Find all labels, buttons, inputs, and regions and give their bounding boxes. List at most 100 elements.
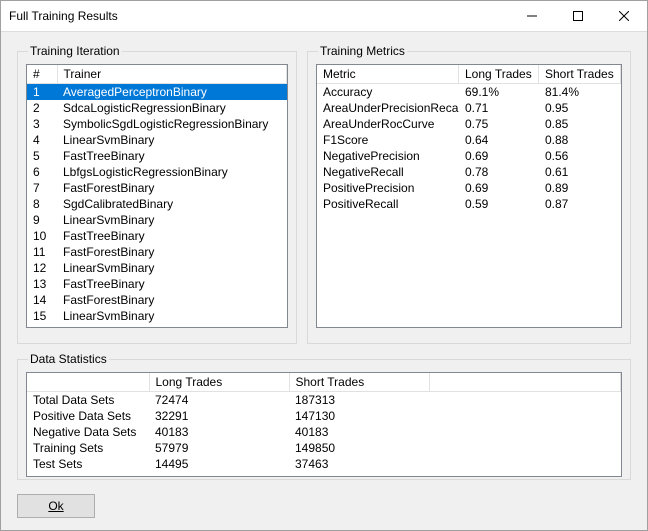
iteration-row[interactable]: 14FastForestBinary (27, 292, 287, 308)
metrics-row[interactable]: NegativePrecision0.690.56 (317, 148, 621, 164)
stats-row[interactable]: Total Data Sets72474187313 (27, 392, 621, 409)
stats-pad (429, 456, 621, 472)
metrics-row[interactable]: Accuracy69.1%81.4% (317, 84, 621, 100)
stats-header-name[interactable] (27, 373, 149, 392)
iteration-row[interactable]: 11FastForestBinary (27, 244, 287, 260)
stats-row[interactable]: Training Sets57979149850 (27, 440, 621, 456)
iteration-num: 1 (27, 84, 57, 100)
metrics-long: 0.78 (459, 164, 539, 180)
metrics-row[interactable]: PositiveRecall0.590.87 (317, 196, 621, 212)
iteration-num: 15 (27, 308, 57, 324)
iteration-num: 5 (27, 148, 57, 164)
stats-short: 149850 (289, 440, 429, 456)
iteration-trainer: SymbolicSgdLogisticRegressionBinary (57, 116, 287, 132)
iteration-row[interactable]: 4LinearSvmBinary (27, 132, 287, 148)
iteration-num: 7 (27, 180, 57, 196)
metrics-header-metric[interactable]: Metric (317, 65, 459, 84)
stats-row[interactable]: Positive Data Sets32291147130 (27, 408, 621, 424)
iteration-trainer: FastTreeBinary (57, 228, 287, 244)
metrics-long: 0.71 (459, 100, 539, 116)
iteration-row[interactable]: 8SgdCalibratedBinary (27, 196, 287, 212)
iteration-trainer: AveragedPerceptronBinary (57, 84, 287, 100)
iteration-num: 3 (27, 116, 57, 132)
metrics-header-long[interactable]: Long Trades (459, 65, 539, 84)
content-area: Training Iteration # Trainer (1, 32, 647, 530)
iteration-trainer: LinearSvmBinary (57, 132, 287, 148)
iteration-row[interactable]: 15LinearSvmBinary (27, 308, 287, 324)
training-iteration-group: Training Iteration # Trainer (17, 44, 297, 344)
iteration-trainer: FastForestBinary (57, 244, 287, 260)
metrics-row[interactable]: NegativeRecall0.780.61 (317, 164, 621, 180)
stats-long: 40183 (149, 424, 289, 440)
stats-pad (429, 392, 621, 409)
iteration-listview[interactable]: # Trainer 1AveragedPerceptronBinary2Sdca… (26, 64, 288, 328)
stats-row[interactable]: Negative Data Sets4018340183 (27, 424, 621, 440)
iteration-trainer: LinearSvmBinary (57, 308, 287, 324)
stats-header-short[interactable]: Short Trades (289, 373, 429, 392)
iteration-row[interactable]: 16FastTreeBinary (27, 324, 287, 327)
stats-name: Test Sets (27, 456, 149, 472)
metrics-metric: AreaUnderPrecisionRecallCurve (317, 100, 459, 116)
iteration-trainer: LbfgsLogisticRegressionBinary (57, 164, 287, 180)
data-statistics-group: Data Statistics Long Trades Short Trades… (17, 352, 631, 480)
iteration-num: 2 (27, 100, 57, 116)
metrics-row[interactable]: F1Score0.640.88 (317, 132, 621, 148)
top-row: Training Iteration # Trainer (17, 44, 631, 344)
stats-row[interactable]: Test Sets1449537463 (27, 456, 621, 472)
iteration-num: 10 (27, 228, 57, 244)
stats-listview[interactable]: Long Trades Short Trades Total Data Sets… (26, 372, 622, 477)
metrics-row[interactable]: AreaUnderRocCurve0.750.85 (317, 116, 621, 132)
minimize-button[interactable] (509, 1, 555, 31)
iteration-row[interactable]: 2SdcaLogisticRegressionBinary (27, 100, 287, 116)
stats-long: 14495 (149, 456, 289, 472)
training-iteration-legend: Training Iteration (28, 44, 122, 58)
metrics-long: 0.75 (459, 116, 539, 132)
iter-header-trainer[interactable]: Trainer (57, 65, 287, 84)
iteration-trainer: SgdCalibratedBinary (57, 196, 287, 212)
metrics-short: 0.87 (539, 196, 621, 212)
close-button[interactable] (601, 1, 647, 31)
training-metrics-group: Training Metrics Metric Long Trades Shor… (307, 44, 631, 344)
iteration-row[interactable]: 5FastTreeBinary (27, 148, 287, 164)
iteration-trainer: SdcaLogisticRegressionBinary (57, 100, 287, 116)
stats-long: 72474 (149, 392, 289, 409)
stats-name: Negative Data Sets (27, 424, 149, 440)
iter-header-num[interactable]: # (27, 65, 57, 84)
iteration-row[interactable]: 6LbfgsLogisticRegressionBinary (27, 164, 287, 180)
iteration-num: 13 (27, 276, 57, 292)
iteration-trainer: LinearSvmBinary (57, 212, 287, 228)
iteration-num: 8 (27, 196, 57, 212)
metrics-long: 0.69 (459, 148, 539, 164)
metrics-short: 0.95 (539, 100, 621, 116)
iteration-row[interactable]: 13FastTreeBinary (27, 276, 287, 292)
metrics-short: 0.88 (539, 132, 621, 148)
iteration-row[interactable]: 10FastTreeBinary (27, 228, 287, 244)
metrics-row[interactable]: AreaUnderPrecisionRecallCurve0.710.95 (317, 100, 621, 116)
stats-long: 57979 (149, 440, 289, 456)
iteration-row[interactable]: 1AveragedPerceptronBinary (27, 84, 287, 100)
stats-short: 37463 (289, 456, 429, 472)
window-title: Full Training Results (1, 9, 509, 23)
stats-short: 187313 (289, 392, 429, 409)
metrics-metric: PositiveRecall (317, 196, 459, 212)
iteration-num: 11 (27, 244, 57, 260)
metrics-long: 0.59 (459, 196, 539, 212)
metrics-metric: NegativeRecall (317, 164, 459, 180)
iteration-row[interactable]: 12LinearSvmBinary (27, 260, 287, 276)
iteration-row[interactable]: 9LinearSvmBinary (27, 212, 287, 228)
stats-name: Training Sets (27, 440, 149, 456)
metrics-long: 0.64 (459, 132, 539, 148)
iteration-num: 9 (27, 212, 57, 228)
metrics-header-short[interactable]: Short Trades (539, 65, 621, 84)
stats-header-pad[interactable] (429, 373, 621, 392)
stats-header-long[interactable]: Long Trades (149, 373, 289, 392)
maximize-button[interactable] (555, 1, 601, 31)
iteration-row[interactable]: 7FastForestBinary (27, 180, 287, 196)
ok-button[interactable]: Ok (17, 494, 95, 518)
metrics-row[interactable]: PositivePrecision0.690.89 (317, 180, 621, 196)
metrics-long: 0.69 (459, 180, 539, 196)
metrics-listview[interactable]: Metric Long Trades Short Trades Accuracy… (316, 64, 622, 328)
iteration-row[interactable]: 3SymbolicSgdLogisticRegressionBinary (27, 116, 287, 132)
metrics-short: 0.61 (539, 164, 621, 180)
iteration-num: 6 (27, 164, 57, 180)
